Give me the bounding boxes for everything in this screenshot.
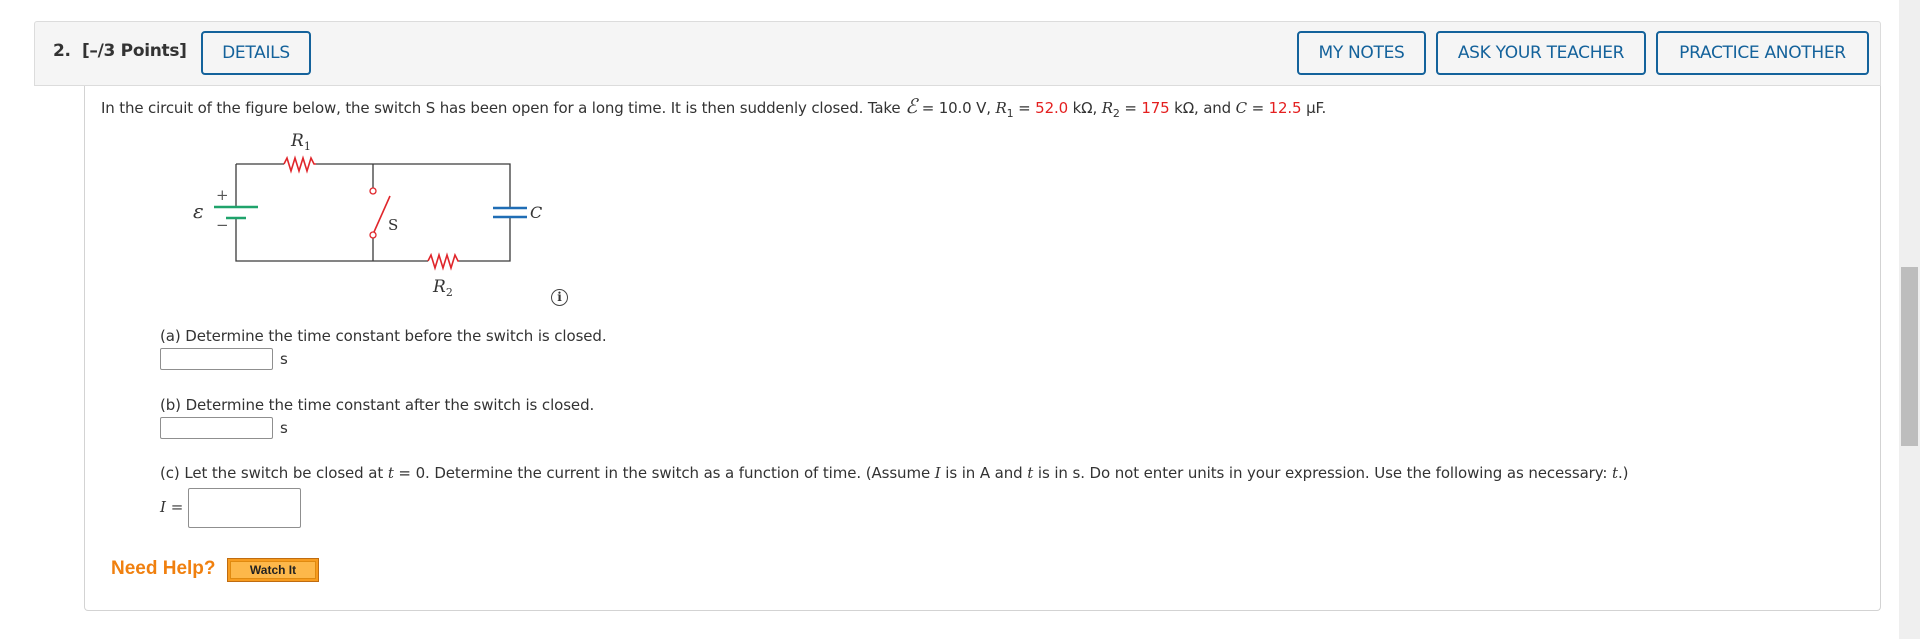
watch-it-label: Watch It: [230, 561, 316, 579]
part-c-text: = 0. Determine the current in the switch…: [393, 464, 935, 482]
switch-terminal-top: [369, 187, 377, 195]
part-c-input[interactable]: [188, 488, 301, 528]
r2-value: 175: [1141, 99, 1170, 117]
r2-symbol: R: [1101, 99, 1113, 117]
switch-label: S: [388, 216, 398, 234]
info-icon[interactable]: i: [551, 289, 568, 306]
question-points: 2. [–/3 Points]: [53, 41, 187, 61]
need-help-label: Need Help?: [111, 558, 216, 579]
emf-symbol: ℰ: [905, 94, 918, 118]
wire-right-lower: [459, 217, 511, 262]
part-b-label: (b) Determine the time constant after th…: [160, 396, 595, 414]
scrollbar-thumb[interactable]: [1901, 267, 1918, 446]
emf-label: ε: [193, 199, 204, 223]
question-number: 2.: [53, 41, 71, 61]
c-equals: =: [1246, 99, 1269, 117]
r1-label: R1: [290, 131, 311, 153]
problem-intro: In the circuit of the figure below, the …: [101, 99, 906, 117]
part-c-text: is in A and: [940, 464, 1028, 482]
part-c-label: (c) Let the switch be closed at t = 0. D…: [160, 464, 1628, 482]
r1-unit: kΩ,: [1067, 99, 1102, 117]
part-b-unit: s: [280, 419, 288, 437]
emf-value: = 10.0 V,: [917, 99, 996, 117]
part-c-text: (c) Let the switch be closed at: [160, 464, 388, 482]
current-variable-label: I =: [160, 498, 184, 516]
problem-statement: In the circuit of the figure below, the …: [101, 94, 1326, 120]
r2-subscript: 2: [1112, 107, 1120, 120]
part-a-unit: s: [280, 350, 288, 368]
part-a-label: (a) Determine the time constant before t…: [160, 327, 607, 345]
wire-top-right: [316, 163, 511, 208]
part-b-input[interactable]: [160, 417, 273, 439]
points-label: [–/3 Points]: [81, 41, 187, 61]
switch-terminal-bottom: [369, 231, 377, 239]
r2-label: R2: [432, 277, 453, 299]
r2-equals: =: [1119, 99, 1142, 117]
part-a-input[interactable]: [160, 348, 273, 370]
c-unit: μF.: [1301, 99, 1327, 117]
resistor-r2: [427, 252, 459, 271]
wire-bottom-left: [235, 219, 428, 262]
r1-symbol: R: [995, 99, 1007, 117]
part-c-text: is in s. Do not enter units in your expr…: [1033, 464, 1613, 482]
minus-label: −: [216, 216, 229, 234]
r1-subscript: 1: [1006, 107, 1014, 120]
r2-unit: kΩ, and: [1169, 99, 1236, 117]
my-notes-button[interactable]: MY NOTES: [1297, 31, 1426, 75]
r1-equals: =: [1013, 99, 1036, 117]
c-value: 12.5: [1268, 99, 1302, 117]
practice-another-button[interactable]: PRACTICE ANOTHER: [1656, 31, 1869, 75]
c-symbol: C: [1235, 99, 1247, 117]
resistor-r1: [283, 155, 316, 174]
watch-it-button[interactable]: Watch It: [227, 558, 319, 582]
ask-your-teacher-button[interactable]: ASK YOUR TEACHER: [1436, 31, 1646, 75]
details-button[interactable]: DETAILS: [201, 31, 311, 75]
circuit-wires: [235, 163, 511, 262]
circuit-diagram: R1 R2 ε + − S C: [193, 131, 542, 299]
r1-value: 52.0: [1035, 99, 1068, 117]
part-c-text: .): [1617, 464, 1629, 482]
capacitor-label: C: [530, 203, 542, 222]
plus-label: +: [216, 186, 229, 204]
